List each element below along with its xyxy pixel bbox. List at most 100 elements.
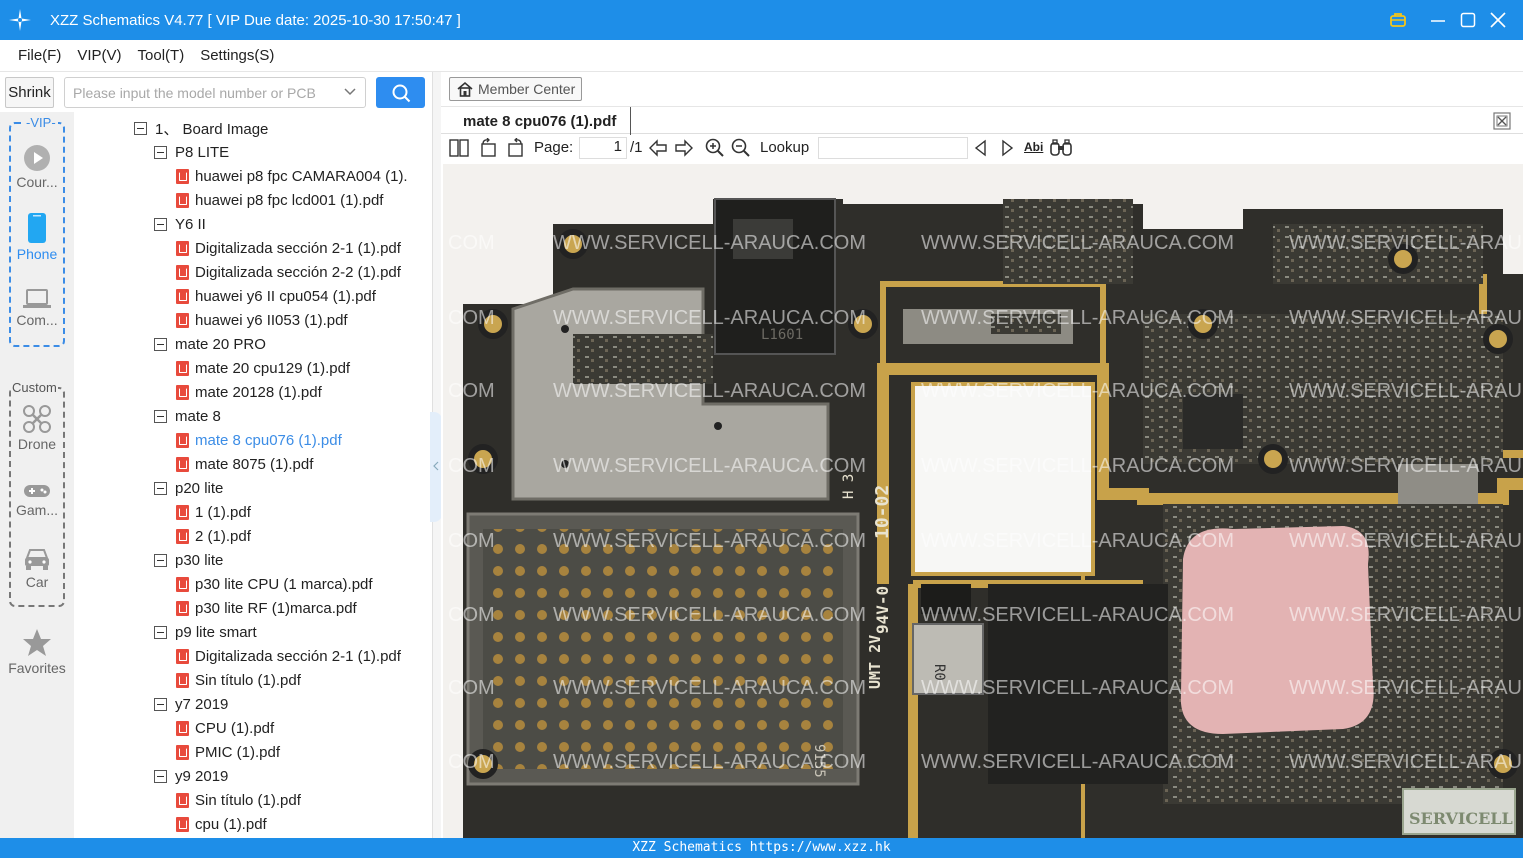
collapse-box-icon[interactable] [134,121,147,135]
menu-settings[interactable]: Settings(S) [192,47,282,64]
close-button[interactable] [1483,0,1513,40]
zoom-out-icon[interactable] [731,138,751,158]
close-tab-icon[interactable] [1493,112,1511,130]
sidebar-item-drone[interactable]: Drone [0,404,74,452]
menu-file[interactable]: File(F) [10,47,69,64]
sidebar-item-games[interactable]: Gam... [0,482,74,518]
tree-folder[interactable]: y7 2019 [154,692,228,716]
tree-file[interactable]: mate 8 cpu076 (1).pdf [176,428,342,452]
home-icon [457,81,473,97]
tree-folder[interactable]: Y6 II [154,212,206,236]
rotate-left-icon[interactable] [479,138,499,158]
silk-text-6: L1601 [761,327,803,343]
tree-item-label: 1、 Board Image [155,120,269,138]
tree-folder[interactable]: y9 2019 [154,764,228,788]
tree-file[interactable]: Digitalizada sección 2-2 (1).pdf [176,260,401,284]
tree-item-label: p30 lite [175,551,224,569]
rotate-right-icon[interactable] [505,138,525,158]
watermark-text: COM [448,604,495,626]
sidebar-item-label: Favorites [8,660,66,676]
sidebar-item-car[interactable]: Car [0,546,74,590]
page-total: /1 [630,139,643,156]
tree-item-label: p30 lite CPU (1 marca).pdf [195,575,373,593]
model-search-box[interactable] [64,77,366,108]
tree-file[interactable]: mate 20 cpu129 (1).pdf [176,356,350,380]
panel-splitter[interactable] [430,72,442,838]
shrink-button[interactable]: Shrink [5,77,54,108]
collapse-box-icon[interactable] [154,697,167,711]
sidebar-item-favorites[interactable]: Favorites [0,628,74,676]
tab-document[interactable]: mate 8 cpu076 (1).pdf [449,107,632,135]
tree-folder[interactable]: p20 lite [154,476,223,500]
collapse-box-icon[interactable] [154,217,167,231]
lookup-input[interactable] [818,137,968,159]
tree-folder[interactable]: 1、 Board Image [134,116,268,140]
find-next-icon[interactable] [999,138,1015,158]
custom-group-label: Custom [11,380,58,395]
binoculars-icon[interactable] [1050,138,1072,158]
sidebar-item-label: Car [25,574,49,590]
search-input[interactable] [73,84,333,101]
collapse-box-icon[interactable] [154,337,167,351]
menu-tool[interactable]: Tool(T) [130,47,193,64]
tree-file[interactable]: mate 8075 (1).pdf [176,452,313,476]
tree-file[interactable]: cpu (1).pdf [176,812,267,836]
tree-folder[interactable]: p9 lite smart [154,620,257,644]
next-page-arrow-icon[interactable] [674,138,694,158]
tree-file[interactable]: CPU (1).pdf [176,716,274,740]
vip-bag-icon[interactable] [1383,0,1413,40]
tree-file[interactable]: huawei y6 II053 (1).pdf [176,308,348,332]
zoom-in-icon[interactable] [705,138,725,158]
tree-file[interactable]: 1 (1).pdf [176,500,251,524]
two-page-view-icon[interactable] [449,138,469,158]
collapse-box-icon[interactable] [154,769,167,783]
watermark-text: WWW.SERVICELL-ARAUCA.COM [1289,232,1523,254]
search-button[interactable] [376,77,425,108]
collapse-box-icon[interactable] [154,625,167,639]
title-bar: XZZ Schematics V4.77 [ VIP Due date: 202… [0,0,1523,40]
tree-file[interactable]: p30 lite RF (1)marca.pdf [176,596,357,620]
pdf-file-icon [176,360,189,376]
tree-folder[interactable]: P8 LITE [154,140,229,164]
tree-file[interactable]: PMIC (1).pdf [176,740,280,764]
tree-file[interactable]: Digitalizada sección 2-1 (1).pdf [176,644,401,668]
tree-item-label: p20 lite [175,479,224,497]
watermark-text: WWW.SERVICELL-ARAUCA.COM [1289,455,1523,477]
tree-file[interactable]: huawei p8 fpc lcd001 (1).pdf [176,188,383,212]
member-center-button[interactable]: Member Center [449,77,583,101]
tree-file[interactable]: 2 (1).pdf [176,524,251,548]
tree-file[interactable]: p30 lite CPU (1 marca).pdf [176,572,373,596]
collapse-box-icon[interactable] [154,481,167,495]
tree-file[interactable]: huawei y6 II cpu054 (1).pdf [176,284,376,308]
maximize-button[interactable] [1453,0,1483,40]
watermark-text: COM [448,455,495,477]
tree-item-label: p30 lite RF (1)marca.pdf [195,599,357,617]
sidebar-item-phone[interactable]: Phone [0,212,74,262]
chevron-down-icon[interactable] [343,85,357,102]
app-logo-icon [0,0,40,40]
pdf-viewer[interactable]: 10-02 94V-0 UMT 2V H 3 9155 L1601 R0 COM… [443,164,1523,838]
tree-item-label: 1 (1).pdf [195,503,251,521]
watermark-text: WWW.SERVICELL-ARAUCA.COM [921,232,1234,254]
page-number-input[interactable]: 1 [579,137,627,159]
sidebar-item-courses[interactable]: Cour... [0,144,74,190]
collapse-box-icon[interactable] [154,145,167,159]
minimize-button[interactable] [1423,0,1453,40]
tree-file[interactable]: Digitalizada sección 2-1 (1).pdf [176,236,401,260]
tree-file[interactable]: mate 20128 (1).pdf [176,380,322,404]
tree-file[interactable]: Sin título (1).pdf [176,788,301,812]
tree-folder[interactable]: mate 20 PRO [154,332,266,356]
watermark-text: WWW.SERVICELL-ARAUCA.COM [553,530,866,552]
tree-folder[interactable]: mate 8 [154,404,221,428]
tree-file[interactable]: huawei p8 fpc CAMARA004 (1). [176,164,408,188]
sidebar-item-computer[interactable]: Com... [0,288,74,328]
prev-page-arrow-icon[interactable] [648,138,668,158]
collapse-box-icon[interactable] [154,553,167,567]
menu-vip[interactable]: VIP(V) [69,47,129,64]
collapse-box-icon[interactable] [154,409,167,423]
tree-folder[interactable]: p30 lite [154,548,223,572]
tree-file[interactable]: Sin título (1).pdf [176,668,301,692]
match-case-icon[interactable]: Abi [1024,140,1043,154]
find-previous-icon[interactable] [973,138,989,158]
watermark-text: WWW.SERVICELL-ARAUCA.COM [553,677,866,699]
